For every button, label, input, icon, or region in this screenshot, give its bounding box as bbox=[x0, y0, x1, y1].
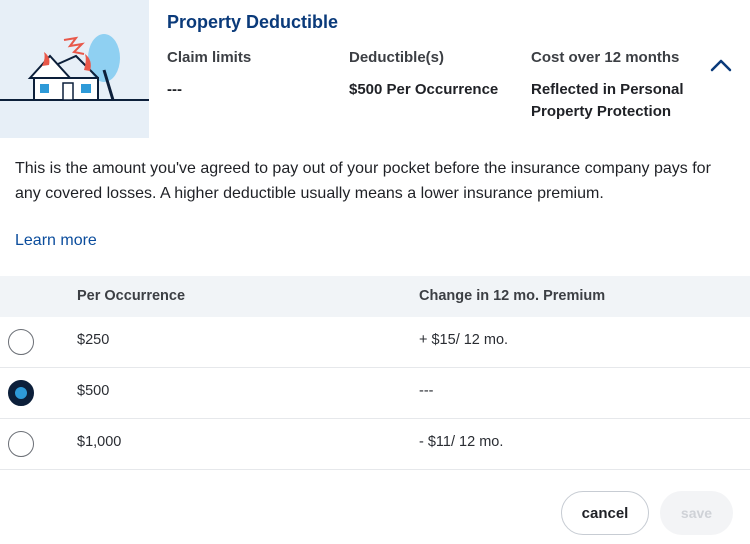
table-header: Per Occurrence Change in 12 mo. Premium bbox=[0, 276, 750, 317]
learn-more-link[interactable]: Learn more bbox=[15, 232, 97, 250]
table-row[interactable]: $1,000 - $11/ 12 mo. bbox=[0, 419, 750, 470]
change-cell: --- bbox=[419, 383, 434, 399]
table-row[interactable]: $500 --- bbox=[0, 368, 750, 419]
claim-limits-value: --- bbox=[167, 81, 182, 98]
table-row[interactable]: $250 + $15/ 12 mo. bbox=[0, 317, 750, 368]
amount-cell: $500 bbox=[77, 383, 110, 399]
column-header-per-occurrence: Per Occurrence bbox=[77, 288, 186, 304]
house-fire-illustration bbox=[0, 0, 149, 138]
chevron-up-icon bbox=[710, 59, 732, 72]
deductibles-value: $500 Per Occurrence bbox=[349, 81, 499, 98]
claim-limits-label: Claim limits bbox=[167, 49, 252, 66]
cost-value: Reflected in Personal Property Protectio… bbox=[531, 81, 684, 120]
radio-option-250[interactable] bbox=[8, 329, 34, 355]
page-title: Property Deductible bbox=[167, 12, 339, 32]
deductible-description: This is the amount you've agreed to pay … bbox=[15, 160, 711, 202]
amount-cell: $1,000 bbox=[77, 434, 122, 450]
change-cell: - $11/ 12 mo. bbox=[419, 434, 504, 450]
amount-cell: $250 bbox=[77, 332, 110, 348]
save-button[interactable]: save bbox=[660, 491, 733, 535]
cancel-button[interactable]: cancel bbox=[561, 491, 649, 535]
radio-option-1000[interactable] bbox=[8, 431, 34, 457]
change-cell: + $15/ 12 mo. bbox=[419, 332, 509, 348]
radio-option-500[interactable] bbox=[8, 380, 34, 406]
cost-label: Cost over 12 months bbox=[531, 49, 680, 66]
column-header-premium-change: Change in 12 mo. Premium bbox=[419, 288, 606, 304]
collapse-button[interactable] bbox=[706, 52, 736, 78]
deductibles-label: Deductible(s) bbox=[349, 49, 445, 66]
